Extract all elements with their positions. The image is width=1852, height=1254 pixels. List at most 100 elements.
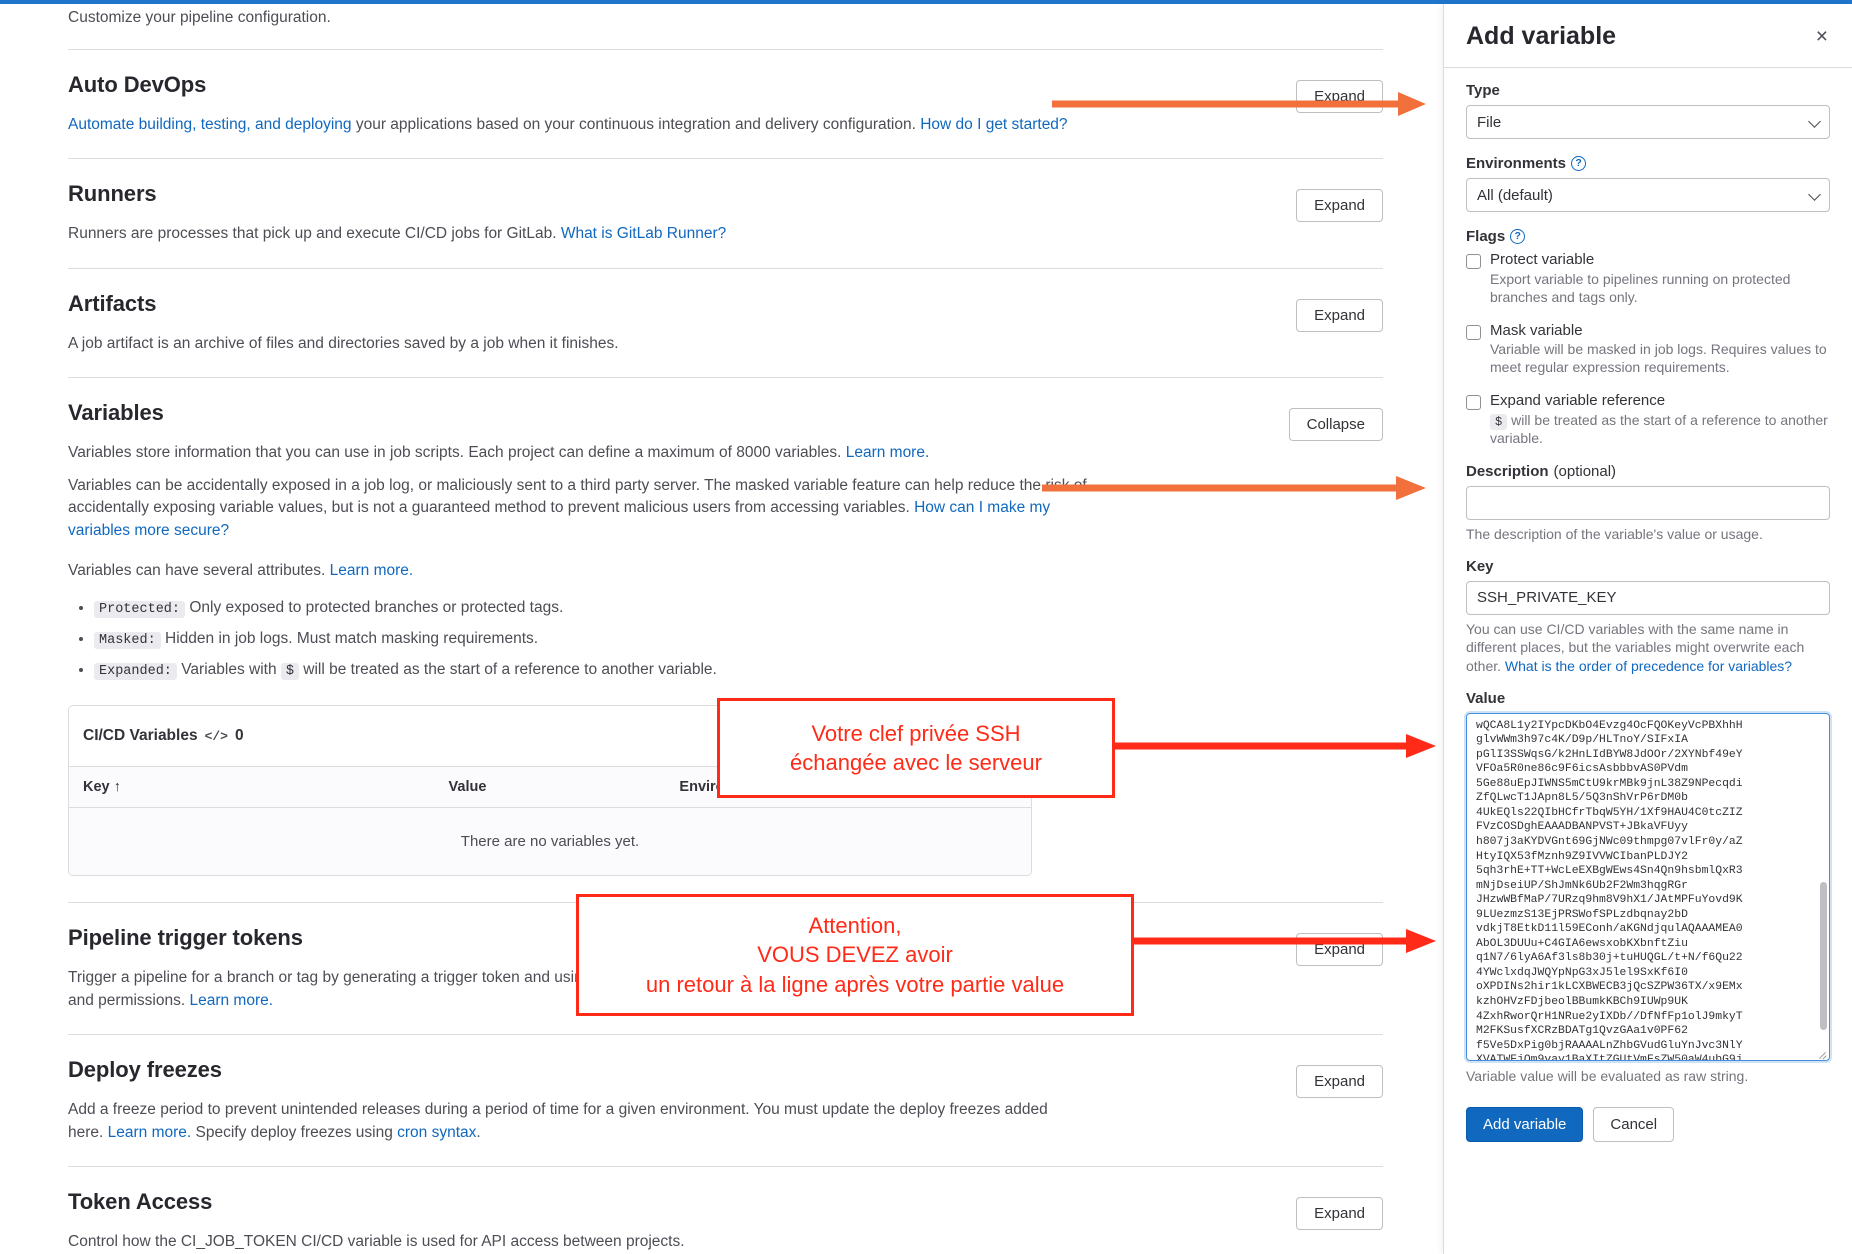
drawer-title: Add variable — [1466, 22, 1617, 50]
resize-handle-icon[interactable] — [1818, 1049, 1827, 1058]
section-desc-token-access: Control how the CI_JOB_TOKEN CI/CD varia… — [68, 1233, 685, 1251]
anno-newline-line-3: un retour à la ligne après votre partie … — [645, 971, 1065, 997]
link-order-of-precedence[interactable]: What is the order of precedence for vari… — [1505, 658, 1792, 674]
type-label: Type — [1466, 82, 1830, 99]
section-title-artifacts: Artifacts — [68, 290, 157, 316]
submit-add-variable-button[interactable]: Add variable — [1466, 1107, 1584, 1143]
checkbox-expand-variable-reference[interactable] — [1466, 395, 1481, 411]
value-textarea[interactable]: wQCA8L1y2IYpcDKbO4Evzg4OcFQOKeyVcPBXhhH … — [1464, 710, 1832, 1063]
flags-label: Flags ? — [1466, 228, 1830, 245]
flag-mask-variable[interactable]: Mask variable Variable will be masked in… — [1466, 322, 1830, 378]
flags-group: Protect variable Export variable to pipe… — [1466, 251, 1830, 448]
empty-state-text: There are no variables yet. — [69, 807, 1031, 876]
drawer-body: Type Environments ? Flags ? Protect vari… — [1444, 68, 1852, 1254]
textarea-scrollbar[interactable] — [1820, 881, 1827, 1030]
attr-text: Hidden in job logs. Must match masking r… — [160, 629, 539, 647]
key-input[interactable] — [1466, 580, 1830, 615]
link-cron-syntax[interactable]: cron syntax — [397, 1124, 476, 1141]
key-label: Key — [1466, 558, 1830, 575]
annotation-arrow-ssh-key — [1112, 734, 1436, 758]
environments-select[interactable] — [1466, 178, 1830, 212]
anno-newline-line-2: VOUS DEVEZ avoir — [757, 942, 953, 968]
list-item: Expanded: Variables with $ will be treat… — [94, 659, 1383, 682]
flag-description: Export variable to pipelines running on … — [1490, 270, 1791, 305]
section-desc-deploy-freezes: Add a freeze period to prevent unintende… — [68, 1099, 1083, 1144]
section-token-access: Expand Token Access Control how the CI_J… — [68, 1167, 1383, 1253]
expand-button-runners[interactable]: Expand — [1296, 189, 1383, 223]
type-select-wrap — [1466, 105, 1830, 139]
flag-title: Expand variable reference — [1490, 392, 1666, 410]
environments-label: Environments ? — [1466, 155, 1830, 172]
value-label: Value — [1466, 690, 1830, 707]
section-variables: Collapse Variables Variables store infor… — [68, 378, 1383, 877]
environments-label-text: Environments — [1466, 155, 1567, 172]
link-learn-more-trigger[interactable]: Learn more. — [189, 992, 273, 1009]
badge-dollar: $ — [1490, 413, 1508, 430]
variable-attributes-list: Protected: Only exposed to protected bra… — [68, 597, 1383, 682]
value-text: wQCA8L1y2IYpcDKbO4Evzg4OcFQOKeyVcPBXhhH … — [1476, 719, 1743, 1061]
table-row-empty: There are no variables yet. — [69, 807, 1031, 876]
variables-desc-1: Variables store information that you can… — [68, 442, 1383, 464]
column-header-value: Value — [434, 766, 666, 809]
variables-count: 0 — [234, 727, 244, 745]
expand-button-deploy-freezes[interactable]: Expand — [1296, 1065, 1383, 1099]
flag-description: $ will be treated as the start of a refe… — [1490, 412, 1830, 448]
flag-description: Variable will be masked in job logs. Req… — [1490, 341, 1827, 376]
flag-expand-variable-reference[interactable]: Expand variable reference $ will be trea… — [1466, 392, 1830, 448]
anno-ssh-key: Votre clef privée SSH échangée avec le s… — [717, 698, 1115, 798]
section-desc-runners: Runners are processes that pick up and e… — [68, 223, 1383, 245]
type-select[interactable] — [1466, 105, 1830, 139]
add-variable-drawer: Add variable × Type Environments ? Flags… — [1443, 4, 1852, 1254]
anno-newline-line-1: Attention, — [808, 913, 902, 939]
desc-text: Runners are processes that pick up and e… — [68, 225, 561, 243]
variables-desc-2: Variables can be accidentally exposed in… — [68, 475, 1088, 542]
desc-text: Variables can have several attributes. — [68, 562, 330, 580]
drawer-actions: Add variable Cancel — [1466, 1107, 1830, 1143]
column-header-key[interactable]: Key ↑ — [69, 766, 435, 809]
badge-expanded: Expanded: — [94, 662, 177, 680]
desc-text: Specify deploy freezes using — [191, 1123, 398, 1141]
attr-text: Variables with — [176, 660, 281, 678]
help-icon[interactable]: ? — [1571, 156, 1587, 171]
expand-button-artifacts[interactable]: Expand — [1296, 298, 1383, 332]
list-item: Masked: Hidden in job logs. Must match m… — [94, 628, 1383, 651]
checkbox-mask-variable[interactable] — [1466, 324, 1481, 340]
link-automate-building[interactable]: Automate building, testing, and deployin… — [68, 116, 352, 133]
close-icon[interactable]: × — [1812, 24, 1832, 49]
description-input[interactable] — [1466, 486, 1830, 521]
link-learn-more-freezes[interactable]: Learn more. — [108, 1124, 192, 1141]
link-what-is-gitlab-runner[interactable]: What is GitLab Runner? — [561, 225, 726, 242]
badge-masked: Masked: — [94, 631, 161, 649]
attr-text: Only exposed to protected branches or pr… — [185, 598, 564, 616]
description-label-text: Description — [1466, 463, 1549, 481]
anno-ssh-key-line-2: échangée avec le serveur — [790, 750, 1042, 775]
annotation-arrow-newline — [1132, 929, 1436, 953]
link-learn-more-2[interactable]: Learn more. — [330, 562, 414, 579]
section-title-deploy-freezes: Deploy freezes — [68, 1057, 222, 1083]
annotation-arrow-type — [1052, 92, 1426, 116]
code-icon: </> — [204, 728, 228, 744]
expand-button-token-access[interactable]: Expand — [1296, 1197, 1383, 1231]
flag-title: Mask variable — [1490, 321, 1583, 339]
variables-desc-3: Variables can have several attributes. L… — [68, 560, 1383, 582]
settings-main-content: Customize your pipeline configuration. E… — [0, 4, 1443, 1254]
attr-text: will be treated as the start of a refere… — [298, 660, 717, 678]
link-how-do-i-get-started[interactable]: How do I get started? — [920, 116, 1067, 133]
checkbox-protect-variable[interactable] — [1466, 254, 1481, 269]
collapse-button-variables[interactable]: Collapse — [1288, 408, 1383, 442]
flag-protect-variable[interactable]: Protect variable Export variable to pipe… — [1466, 251, 1830, 307]
desc-text: . — [476, 1123, 481, 1141]
cancel-button[interactable]: Cancel — [1593, 1107, 1675, 1143]
cicd-variables-title-group: CI/CD Variables </> 0 — [83, 727, 244, 745]
section-title-runners: Runners — [68, 181, 157, 207]
description-optional-text: (optional) — [1553, 463, 1617, 481]
section-deploy-freezes: Expand Deploy freezes Add a freeze perio… — [68, 1035, 1383, 1144]
help-icon[interactable]: ? — [1510, 229, 1526, 244]
section-title-variables: Variables — [68, 400, 164, 426]
flags-label-text: Flags — [1466, 228, 1506, 245]
link-learn-more-1[interactable]: Learn more. — [846, 444, 930, 461]
page-lede: Customize your pipeline configuration. — [68, 9, 331, 26]
value-label-text: Value — [1466, 689, 1506, 707]
key-hint: You can use CI/CD variables with the sam… — [1466, 620, 1830, 676]
value-hint: Variable value will be evaluated as raw … — [1466, 1067, 1749, 1084]
